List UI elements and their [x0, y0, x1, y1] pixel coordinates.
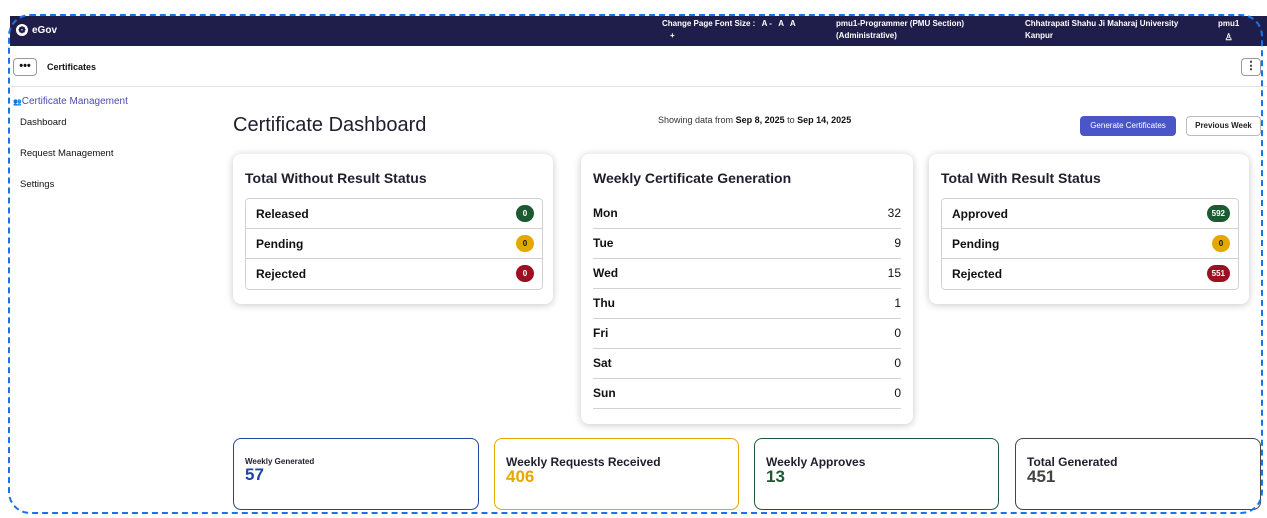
week-row-sat: Sat 0 [593, 348, 901, 379]
font-plus-button[interactable]: + [670, 31, 675, 40]
week-row-mon: Mon 32 [593, 198, 901, 229]
week-day: Tue [593, 236, 614, 250]
week-day: Wed [593, 266, 619, 280]
week-row-sun: Sun 0 [593, 378, 901, 409]
egov-logo-icon: ❁ [16, 24, 28, 36]
week-value: 9 [894, 236, 901, 250]
stat-value: 13 [766, 467, 785, 486]
status-label: Rejected [256, 267, 307, 281]
font-size-label: Change Page Font Size : [662, 19, 756, 28]
week-day: Fri [593, 326, 609, 340]
sidebar-item-dashboard[interactable]: Dashboard [10, 107, 210, 138]
status-table: Released 0 Pending 0 Rejected 0 [245, 198, 543, 290]
font-decrease-button[interactable]: A - [762, 19, 772, 28]
status-row-pending: Pending 0 [246, 229, 542, 259]
status-row-rejected: Rejected 551 [942, 259, 1238, 289]
kebab-menu-button[interactable]: ⋮ [1241, 58, 1261, 76]
stat-card-weekly-requests: Weekly Requests Received 406 [494, 438, 739, 510]
stat-value: 57 [245, 465, 264, 484]
status-row-pending: Pending 0 [942, 229, 1238, 259]
status-badge: 551 [1206, 265, 1230, 282]
week-day: Thu [593, 296, 615, 310]
user-role-line1: pmu1-Programmer (PMU Section) [836, 19, 965, 28]
stat-card-weekly-generated: Weekly Generated 57 [233, 438, 479, 510]
status-badge: 0 [516, 265, 534, 282]
week-value: 0 [894, 356, 901, 370]
date-to-word: to [787, 115, 795, 125]
week-value: 0 [894, 326, 901, 340]
status-label: Approved [952, 207, 1009, 221]
status-label: Pending [256, 237, 304, 251]
week-day: Mon [593, 206, 618, 220]
section-title: Certificates [47, 62, 97, 72]
card-title: Weekly Certificate Generation [593, 170, 792, 186]
week-row-tue: Tue 9 [593, 228, 901, 259]
user-menu[interactable]: pmu1 ♙ [1218, 18, 1239, 43]
user-icon[interactable]: ♙ [1218, 31, 1239, 43]
university-line1: Chhatrapati Shahu Ji Maharaj University [1025, 19, 1179, 28]
status-row-approved: Approved 592 [942, 199, 1238, 229]
status-badge: 0 [516, 205, 534, 222]
status-row-released: Released 0 [246, 199, 542, 229]
date-from: Sep 8, 2025 [735, 115, 785, 125]
status-label: Rejected [952, 267, 1003, 281]
status-row-rejected: Rejected 0 [246, 259, 542, 289]
week-value: 15 [887, 266, 901, 280]
card-title: Total Without Result Status [245, 170, 427, 186]
brand[interactable]: ❁ eGov [16, 24, 57, 36]
font-size-control: Change Page Font Size : A - A A + [662, 18, 796, 42]
sidebar-item-request-management[interactable]: Request Management [10, 138, 210, 169]
status-table: Approved 592 Pending 0 Rejected 551 [941, 198, 1239, 290]
font-increase-button[interactable]: A [790, 19, 796, 28]
university-name: Chhatrapati Shahu Ji Maharaj University … [1025, 18, 1178, 42]
page-title: Certificate Dashboard [233, 114, 427, 136]
status-badge: 0 [516, 235, 534, 252]
week-day: Sun [593, 386, 616, 400]
top-navigation-bar: ❁ eGov Change Page Font Size : A - A A +… [10, 16, 1267, 46]
weekly-generation-card: Weekly Certificate Generation Mon 32 Tue… [581, 154, 913, 424]
week-row-fri: Fri 0 [593, 318, 901, 349]
generate-certificates-button[interactable]: Generate Certificates [1080, 116, 1176, 136]
status-badge: 0 [1212, 235, 1230, 252]
user-role: pmu1-Programmer (PMU Section) (Administr… [836, 18, 964, 42]
without-result-card: Total Without Result Status Released 0 P… [233, 154, 553, 304]
with-result-card: Total With Result Status Approved 592 Pe… [929, 154, 1249, 304]
date-range: Showing data from Sep 8, 2025 to Sep 14,… [658, 115, 851, 125]
more-menu-button[interactable]: ••• [13, 58, 37, 76]
group-icon: 👥 [13, 99, 22, 106]
status-label: Released [256, 207, 309, 221]
university-line2: Kanpur [1025, 31, 1053, 40]
week-value: 1 [894, 296, 901, 310]
sub-header: ••• Certificates ⋮ [10, 46, 1267, 87]
font-reset-button[interactable]: A [778, 19, 783, 28]
stat-value: 451 [1027, 467, 1056, 486]
card-title: Total With Result Status [941, 170, 1101, 186]
status-label: Pending [952, 237, 1000, 251]
date-prefix: Showing data from [658, 115, 734, 125]
sidebar-item-settings[interactable]: Settings [10, 169, 210, 200]
status-badge: 592 [1206, 205, 1230, 222]
week-row-wed: Wed 15 [593, 258, 901, 289]
stat-card-weekly-approves: Weekly Approves 13 [754, 438, 999, 510]
week-row-thu: Thu 1 [593, 288, 901, 319]
week-day: Sat [593, 356, 612, 370]
brand-name: eGov [32, 24, 58, 36]
sidebar-heading-label: Certificate Management [21, 96, 128, 107]
week-value: 0 [894, 386, 901, 400]
stat-value: 406 [506, 467, 535, 486]
date-to: Sep 14, 2025 [797, 115, 852, 125]
user-role-line2: (Administrative) [836, 31, 897, 40]
sidebar: 👥Certificate Management Dashboard Reques… [10, 92, 210, 200]
sidebar-heading[interactable]: 👥Certificate Management [10, 96, 210, 107]
week-value: 32 [887, 206, 901, 220]
stat-card-total-generated: Total Generated 451 [1015, 438, 1261, 510]
previous-week-button[interactable]: Previous Week [1186, 116, 1261, 136]
user-name: pmu1 [1218, 19, 1240, 28]
